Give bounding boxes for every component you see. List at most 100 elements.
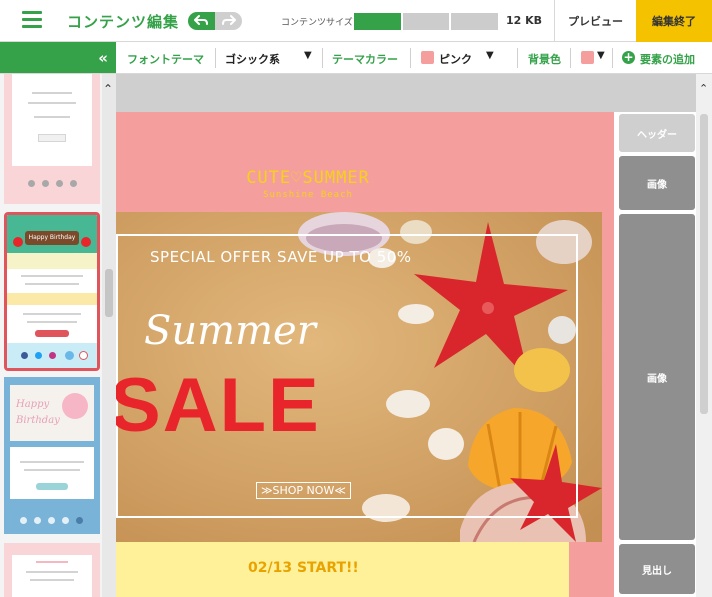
add-element-button[interactable]: 要素の追加 <box>640 51 695 67</box>
theme-color-swatch[interactable] <box>421 51 434 64</box>
size-meter-segment <box>354 13 401 30</box>
date-heading-band[interactable]: 02/13 START!! <box>116 542 569 597</box>
element-block-image[interactable]: 画像 <box>619 214 695 540</box>
thumbnail-band <box>7 253 97 269</box>
background-color-swatch[interactable] <box>581 51 594 64</box>
font-theme-label: フォントテーマ <box>127 53 204 66</box>
brand-logo-text[interactable]: CUTE♡SUMMER <box>116 168 500 188</box>
scroll-up-arrow-icon[interactable]: ⌃ <box>103 82 113 96</box>
start-date-text: 02/13 START!! <box>248 560 359 576</box>
double-chevron-left-icon: « <box>98 48 108 67</box>
template-thumbnail-selected[interactable]: Happy Birthday <box>4 212 100 371</box>
element-block-image[interactable]: 画像 <box>619 156 695 210</box>
social-icon <box>76 517 83 524</box>
social-icon <box>70 180 77 187</box>
thumbnail-text-line <box>26 571 78 573</box>
size-meter-segment <box>451 13 499 30</box>
thumbnail-body <box>10 447 94 499</box>
thumbnail-body <box>12 74 92 166</box>
cake-title: Happy Birthday <box>25 231 79 245</box>
sale-headline: SALE <box>116 363 321 448</box>
facebook-icon <box>21 352 28 359</box>
collapse-panel-button[interactable]: « <box>0 42 116 73</box>
email-preview: CUTE♡SUMMER Sunshine Beach SPECIAL OFFER… <box>116 112 614 597</box>
thumbnail-text-line <box>28 102 76 104</box>
thumbnail-button <box>36 483 68 490</box>
content-size-value: 12 KB <box>506 14 543 27</box>
size-meter-segment <box>402 13 450 30</box>
birthday-script-text: Birthday <box>16 415 60 426</box>
social-icon <box>48 517 55 524</box>
content-size-label: コンテンツサイズ <box>281 18 353 28</box>
plus-circle-icon[interactable]: + <box>622 51 635 64</box>
hamburger-menu-icon[interactable] <box>22 11 42 29</box>
template-thumbnail-list: Happy Birthday Happy Birthday <box>0 74 102 597</box>
thumbnail-text-line <box>34 116 70 118</box>
font-theme-dropdown-icon[interactable]: ▼ <box>304 50 312 61</box>
thumbnail-scroll-thumb[interactable] <box>105 269 113 317</box>
canvas-scroll-thumb[interactable] <box>700 114 708 414</box>
thumbnail-text-line <box>20 461 84 463</box>
template-thumbnail[interactable] <box>4 74 100 204</box>
template-thumbnail[interactable] <box>4 543 100 597</box>
thumbnail-text-line <box>24 469 80 471</box>
thumbnail-button <box>38 134 66 142</box>
email-canvas: CUTE♡SUMMER Sunshine Beach SPECIAL OFFER… <box>116 74 696 597</box>
toolbar-divider <box>517 48 518 68</box>
editor-toolbar: « フォントテーマ ゴシック系 ▼ テーマカラー ピンク ▼ 背景色 ▼ + 要… <box>0 42 712 74</box>
toolbar-divider <box>570 48 571 68</box>
finish-editing-button[interactable]: 編集終了 <box>636 0 712 42</box>
thumbnail-scrollbar[interactable] <box>102 74 116 597</box>
redo-arrow-icon <box>222 15 236 25</box>
social-icon <box>20 517 27 524</box>
social-icon <box>62 517 69 524</box>
shop-now-button[interactable]: ≫SHOP NOW≪ <box>256 482 351 499</box>
special-offer-text: SPECIAL OFFER SAVE UP TO 50% <box>150 248 412 266</box>
theme-color-label: テーマカラー <box>332 53 398 66</box>
redo-button[interactable] <box>215 12 242 30</box>
thumbnail-hero: Happy Birthday <box>10 385 94 441</box>
thumbnail-text-line <box>21 275 83 277</box>
element-block-heading[interactable]: 見出し <box>619 544 695 594</box>
preview-button[interactable]: プレビュー <box>554 0 636 42</box>
social-icon <box>79 351 88 360</box>
toolbar-divider <box>215 48 216 68</box>
thumbnail-header: Happy Birthday <box>7 215 97 253</box>
thumbnail-text-line <box>23 313 81 315</box>
thumbnail-band <box>7 293 97 305</box>
template-thumbnail[interactable]: Happy Birthday <box>4 377 100 534</box>
hero-image[interactable]: SPECIAL OFFER SAVE UP TO 50% Summer SALE… <box>116 212 602 542</box>
thumbnail-text-line <box>36 561 68 563</box>
scroll-up-arrow-icon[interactable]: ⌃ <box>699 82 708 95</box>
thumbnail-text-line <box>25 283 79 285</box>
social-icon <box>65 351 74 360</box>
undo-button[interactable] <box>188 12 215 30</box>
theme-color-dropdown-icon[interactable]: ▼ <box>486 50 494 61</box>
undo-arrow-icon <box>194 15 208 25</box>
page-title: コンテンツ編集 <box>67 13 180 31</box>
top-header: コンテンツ編集 コンテンツサイズ 12 KB プレビュー 編集終了 <box>0 0 712 42</box>
balloon-icon <box>62 393 88 419</box>
birthday-script-text: Happy <box>16 399 50 410</box>
thumbnail-text-line <box>32 92 72 94</box>
thumbnail-text-line <box>30 579 74 581</box>
content-size-meter <box>354 13 499 30</box>
social-icon <box>56 180 63 187</box>
balloon-icon <box>81 237 91 247</box>
theme-color-select[interactable]: ピンク <box>439 51 472 67</box>
thumbnail-button <box>35 330 69 337</box>
toolbar-divider <box>322 48 323 68</box>
social-icon <box>42 180 49 187</box>
social-icon <box>34 517 41 524</box>
font-theme-select[interactable]: ゴシック系 <box>225 51 280 67</box>
brand-subtitle: Sunshine Beach <box>263 190 353 200</box>
background-color-dropdown-icon[interactable]: ▼ <box>597 50 605 61</box>
summer-script-text: Summer <box>144 308 316 354</box>
element-block-header[interactable]: ヘッダー <box>619 114 695 152</box>
element-outline-panel: ヘッダー 画像 画像 見出し <box>614 112 696 597</box>
thumbnail-text-line <box>27 321 77 323</box>
canvas-scrollbar[interactable]: ⌃ <box>696 74 712 597</box>
instagram-icon <box>49 352 56 359</box>
social-icon <box>28 180 35 187</box>
thumbnail-body <box>12 555 92 597</box>
